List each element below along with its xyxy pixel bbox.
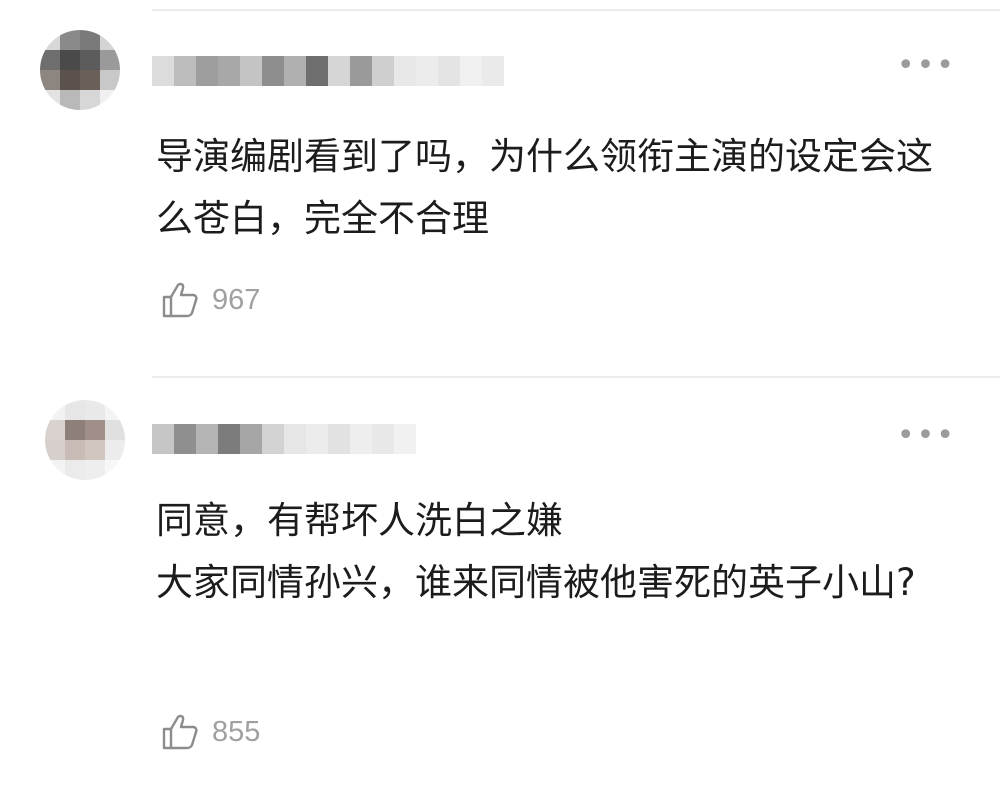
thumbs-up-icon [162,714,198,750]
comment-text: 同意，有帮坏人洗白之嫌 大家同情孙兴，谁来同情被他害死的英子小山? [156,499,916,604]
comment-item: ••• 导演编剧看到了吗，为什么领衔主演的设定会这么苍白，完全不合理 967 [0,0,1000,380]
like-button[interactable]: 855 [160,712,260,752]
like-button[interactable]: 967 [160,280,260,320]
user-avatar[interactable] [40,30,120,110]
thumbs-up-icon [162,282,198,318]
username-blurred[interactable] [152,56,504,86]
comment-text: 导演编剧看到了吗，为什么领衔主演的设定会这么苍白，完全不合理 [156,135,933,240]
comment-item: ••• 同意，有帮坏人洗白之嫌 大家同情孙兴，谁来同情被他害死的英子小山? 85… [0,370,1000,806]
more-options-icon[interactable]: ••• [897,51,956,81]
like-count: 967 [212,283,261,316]
divider [152,376,1000,378]
more-options-icon[interactable]: ••• [897,421,956,451]
like-count: 855 [212,715,261,748]
divider [152,9,1000,11]
username-blurred[interactable] [152,424,416,454]
user-avatar[interactable] [45,400,125,480]
